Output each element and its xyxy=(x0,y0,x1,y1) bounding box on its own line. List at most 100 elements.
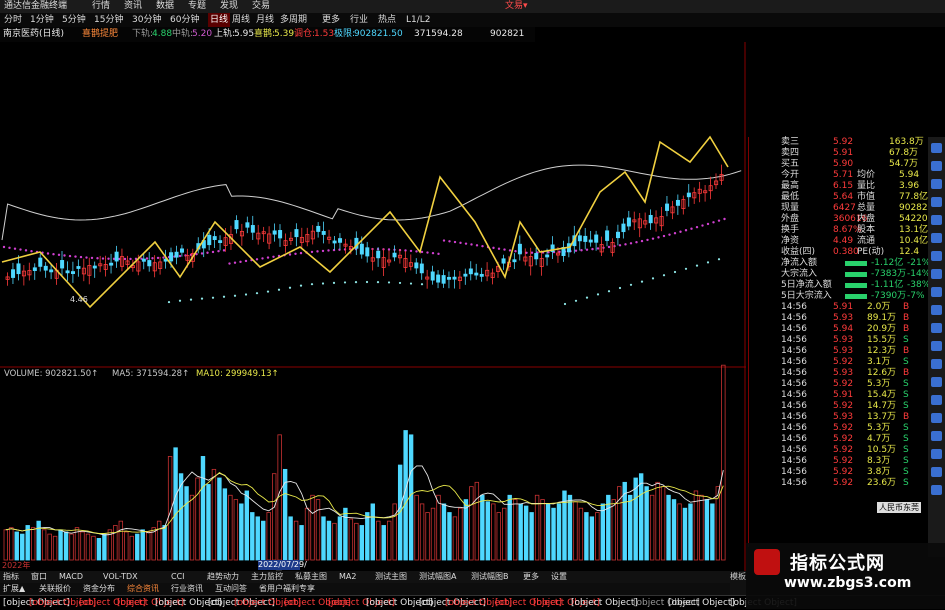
candle-body xyxy=(250,225,255,233)
flow-pct: -14% xyxy=(907,269,931,279)
menu-item[interactable]: 热点 xyxy=(378,13,396,27)
indicator-tab[interactable]: 设置 xyxy=(551,571,567,583)
watermark-url: www.zbgs3.com xyxy=(784,575,912,591)
indicator-tab[interactable]: CCI xyxy=(171,571,185,583)
trade-menu[interactable]: 文易▾ xyxy=(505,0,528,13)
tick-side: S xyxy=(903,467,909,477)
menu-item[interactable]: 交易 xyxy=(252,0,270,13)
menu-item[interactable]: L1/L2 xyxy=(406,13,431,27)
indicator-tab[interactable]: 主力监控 xyxy=(251,571,283,583)
indicator-tab[interactable]: 测试幅图B xyxy=(471,571,509,583)
indicator-tab[interactable]: MA2 xyxy=(339,571,356,583)
tick-price: 5.94 xyxy=(833,324,854,334)
menu-item[interactable]: 专题 xyxy=(188,0,206,13)
mid-band-dot xyxy=(475,244,479,247)
quote-row: 净资 4.49 流通 10.4亿 xyxy=(749,236,929,247)
indicator-name[interactable]: 喜鹊提肥 xyxy=(82,27,118,42)
lower-band-dot xyxy=(684,267,688,270)
quote-row: 14:56 5.92 14.7万 S xyxy=(749,401,929,412)
mid-band-dot xyxy=(706,222,710,226)
quote-row: 收益(四) 0.380 PE(动) 12.4 xyxy=(749,247,929,258)
period-tab[interactable]: 60分钟 xyxy=(170,13,199,27)
template-button[interactable]: 模板 xyxy=(730,571,746,595)
indicator-tab[interactable]: 窗口 xyxy=(31,571,47,583)
volume-bar xyxy=(633,477,638,561)
period-tab-active[interactable]: 日线 xyxy=(208,13,231,27)
indicator-tab[interactable]: 更多 xyxy=(523,571,539,583)
field-value: 902821.50 xyxy=(354,29,403,39)
mid-band-dot xyxy=(508,249,512,252)
period-tab[interactable]: 月线 xyxy=(256,13,274,27)
period-tab[interactable]: 30分钟 xyxy=(132,13,161,27)
extension-tab[interactable]: 行业资讯 xyxy=(171,583,203,595)
volume-bar xyxy=(288,516,293,561)
extension-tab[interactable]: 扩展▲ xyxy=(3,583,25,595)
mid-band-dot xyxy=(162,256,165,259)
mid-band-dot xyxy=(624,243,627,246)
indicator-tab[interactable]: MACD xyxy=(59,571,83,583)
quote-row: 14:56 5.92 23.6万 S xyxy=(749,478,929,489)
mid-band-dot xyxy=(646,238,649,242)
period-tab[interactable]: 周线 xyxy=(232,13,250,27)
indicator-tab[interactable]: 测试幅图A xyxy=(419,571,456,583)
period-tab[interactable]: 更多 xyxy=(322,13,340,27)
stock-name[interactable]: 南京医药(日线) xyxy=(3,27,64,42)
menu-item[interactable]: 行情 xyxy=(92,0,110,13)
mid-band-dot xyxy=(635,241,638,244)
volume-bar xyxy=(217,477,222,561)
stock-info-bar: 南京医药(日线) 喜鹊提肥 下轨: 4.88 中轨: 5.20 上轨: 5.95… xyxy=(0,27,535,43)
period-tab[interactable]: 分时 xyxy=(4,13,22,27)
kline-chart[interactable]: 5.605.505.405.305.205.105.004.904.804.70… xyxy=(0,42,746,571)
mid-band-dot xyxy=(321,249,325,253)
mid-band-dot xyxy=(206,251,209,254)
indicator-tab[interactable]: 私募主图 xyxy=(295,571,327,583)
candle-body xyxy=(605,230,610,241)
menu-item[interactable]: 资讯 xyxy=(124,0,142,13)
side-tab-strip[interactable] xyxy=(928,137,945,557)
mid-band-dot xyxy=(530,251,534,254)
indicator-tab[interactable]: 指标 xyxy=(3,571,19,583)
tick-time: 14:56 xyxy=(781,467,807,477)
period-tab[interactable]: 5分钟 xyxy=(62,13,86,27)
indicator-tab[interactable]: 趋势动力 xyxy=(207,571,239,583)
lower-band-dot xyxy=(343,281,347,284)
quote-row: 14:56 5.92 4.7万 S xyxy=(749,434,929,445)
candle-body xyxy=(207,234,212,246)
volume-bar xyxy=(162,525,167,561)
tick-price: 5.92 xyxy=(833,423,854,433)
mid-band-dot xyxy=(695,225,699,229)
mid-band-dot xyxy=(503,248,506,251)
popup-tag[interactable]: 人民币东莞 xyxy=(877,502,921,513)
mid-band-dot xyxy=(74,255,77,258)
flow-pct: -38% xyxy=(907,280,931,290)
menu-item[interactable]: 数据 xyxy=(156,0,174,13)
lower-band-dot xyxy=(200,297,204,300)
tick-price: 5.92 xyxy=(833,445,854,455)
extension-tab[interactable]: 综合资讯 xyxy=(127,583,159,595)
menu-item[interactable]: 发现 xyxy=(220,0,238,13)
period-tab[interactable]: 15分钟 xyxy=(94,13,123,27)
mid-band-dot xyxy=(679,230,682,233)
candle-body xyxy=(212,236,217,241)
lower-band-dot xyxy=(288,286,292,289)
tick-time: 14:56 xyxy=(781,478,807,488)
period-tab[interactable]: 多周期 xyxy=(280,13,307,27)
stat-label: 内盘 xyxy=(857,214,876,224)
lower-band-dot xyxy=(365,280,369,284)
extension-tab[interactable]: 资金分布 xyxy=(83,583,115,595)
indicator-tab[interactable]: VOL-TDX xyxy=(103,571,138,583)
mid-band-dot xyxy=(668,233,671,236)
period-tab[interactable]: 1分钟 xyxy=(30,13,54,27)
indicator-tab[interactable]: 测试主图 xyxy=(375,571,407,583)
quote-row: 14:56 5.93 15.5万 S xyxy=(749,335,929,346)
extension-tab[interactable]: 关联报价 xyxy=(39,583,71,595)
volume-bar xyxy=(25,525,30,561)
mid-band-dot xyxy=(492,246,495,250)
extension-tab[interactable]: 互动问答 xyxy=(215,583,247,595)
menu-item[interactable]: 行业 xyxy=(350,13,368,27)
tick-price: 5.93 xyxy=(833,368,854,378)
lower-band-dot xyxy=(376,281,380,284)
stat-label: 今开 xyxy=(781,170,800,180)
lower-band-dot xyxy=(585,296,589,299)
extension-tab[interactable]: 省用户福利专享 xyxy=(259,583,315,595)
